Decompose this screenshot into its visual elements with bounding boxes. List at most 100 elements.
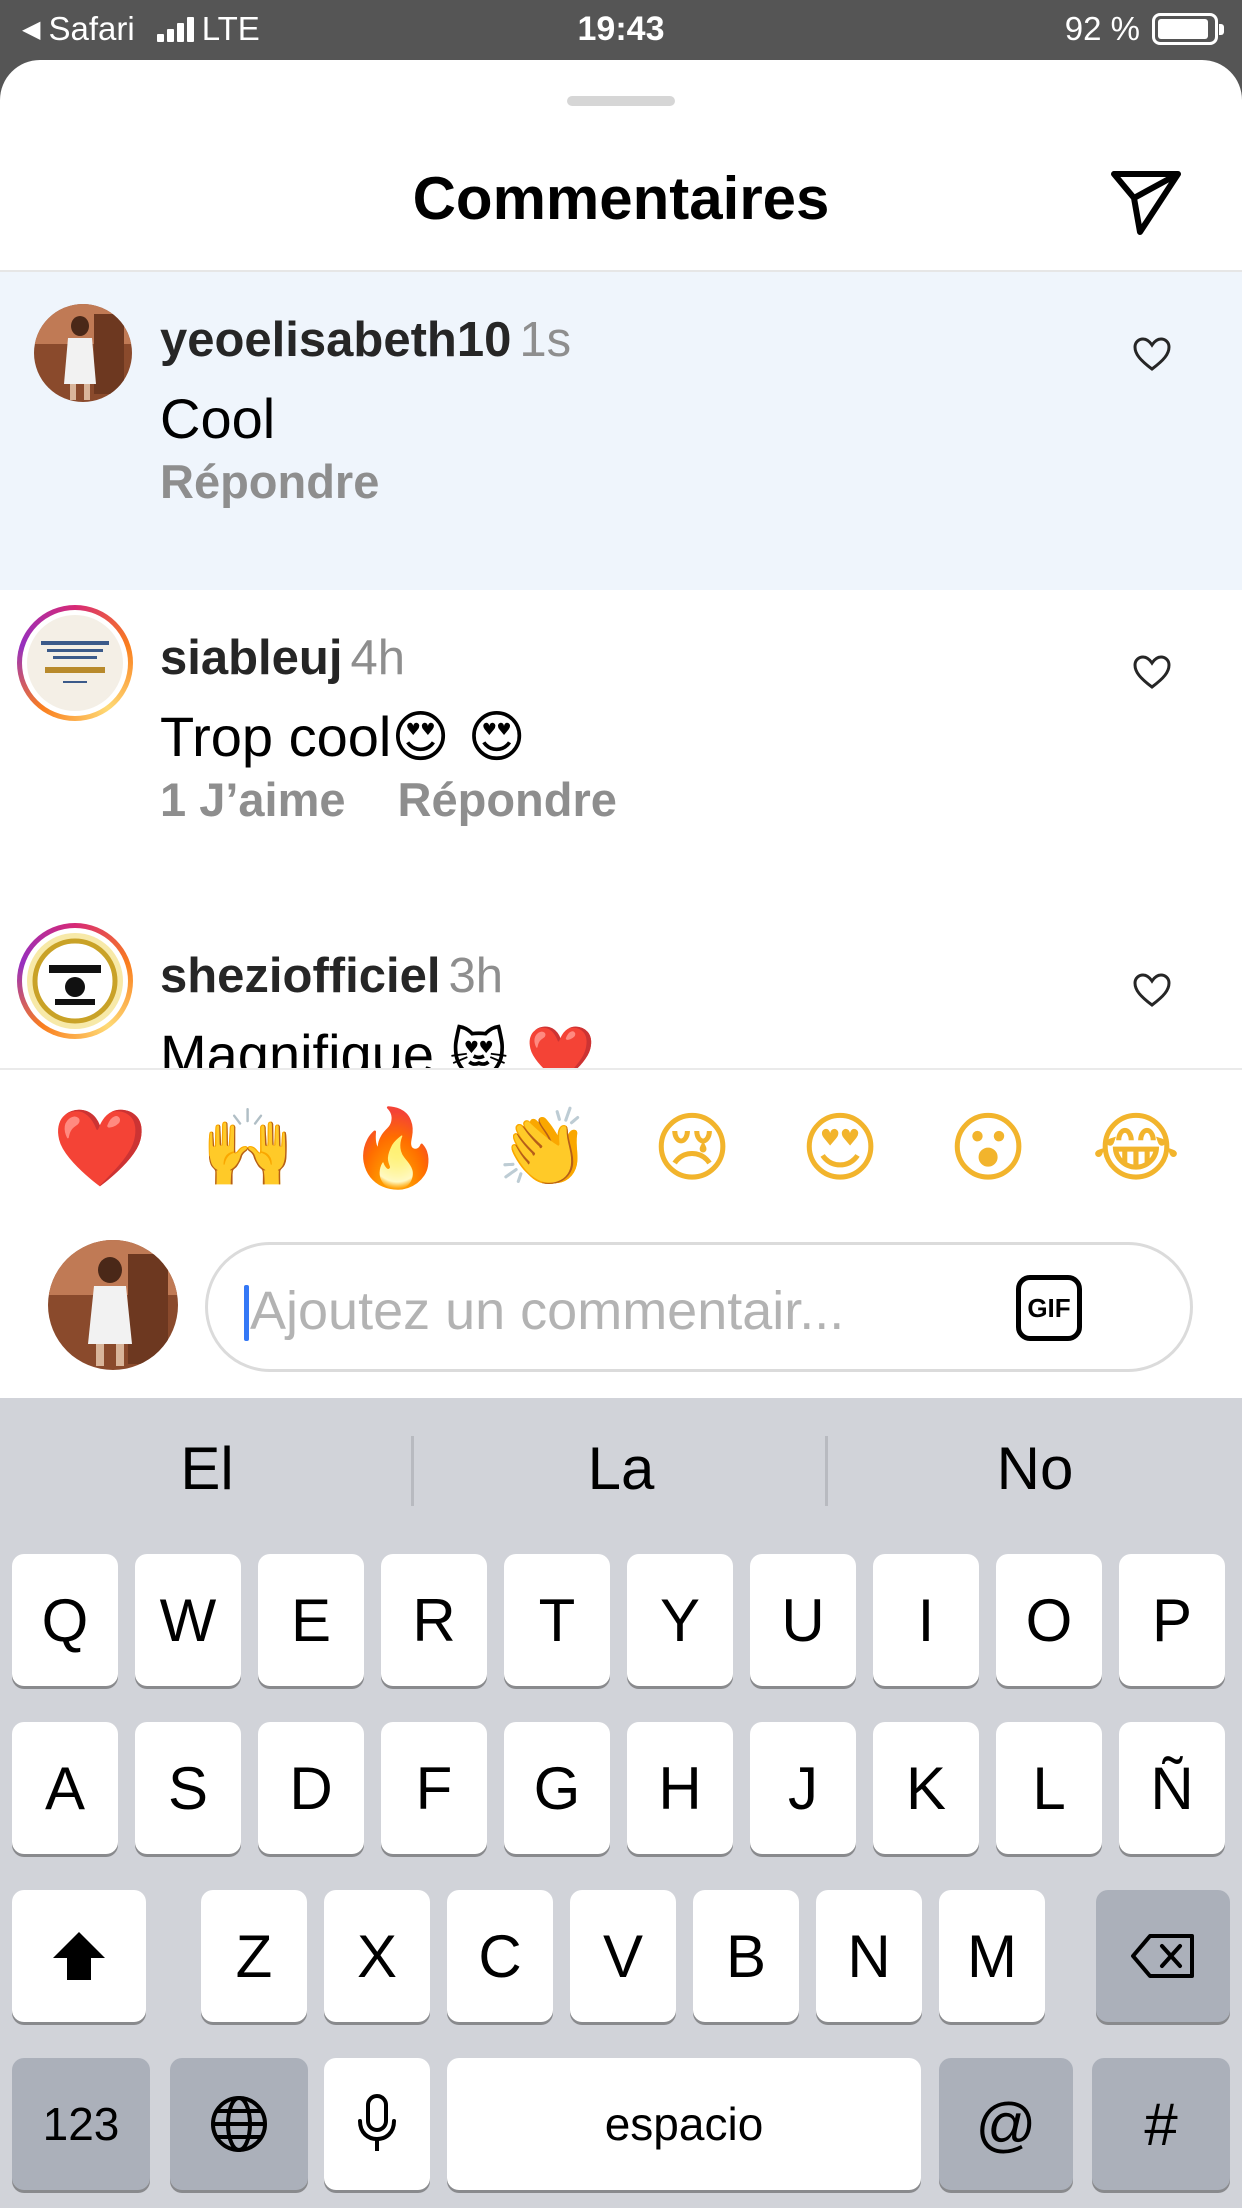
- comment-item[interactable]: siableuj 4h Trop cool😍 😍 1 J’aime Répondr…: [0, 590, 1242, 908]
- suggestion-3[interactable]: No: [828, 1398, 1242, 1538]
- comment-username[interactable]: sheziofficiel: [160, 949, 440, 1003]
- battery-percent: 92 %: [1064, 10, 1140, 47]
- comment-emojis: 😻 ❤️: [449, 1023, 596, 1068]
- key[interactable]: A: [12, 1722, 118, 1854]
- key[interactable]: C: [447, 1890, 553, 2022]
- reaction-surprised-button[interactable]: 😮: [940, 1100, 1036, 1196]
- key[interactable]: R: [381, 1554, 487, 1686]
- story-ring[interactable]: [17, 923, 133, 1039]
- comment-emojis: 😍 😍: [391, 705, 526, 770]
- paper-plane-icon[interactable]: [1108, 168, 1184, 236]
- backspace-icon: [1131, 1934, 1194, 1978]
- reaction-laughing-button[interactable]: 😂: [1088, 1100, 1184, 1196]
- key[interactable]: W: [135, 1554, 241, 1686]
- shift-icon: [53, 1932, 105, 1980]
- avatar: [27, 615, 123, 711]
- comment-time: 1s: [519, 313, 572, 367]
- like-heart-icon[interactable]: [1132, 336, 1172, 372]
- key[interactable]: P: [1119, 1554, 1225, 1686]
- sheet-grabber[interactable]: [567, 96, 675, 106]
- key[interactable]: Y: [627, 1554, 733, 1686]
- like-heart-icon[interactable]: [1132, 654, 1172, 690]
- hash-key[interactable]: #: [1092, 2058, 1230, 2190]
- key[interactable]: L: [996, 1722, 1102, 1854]
- avatar[interactable]: [34, 304, 132, 402]
- key[interactable]: Ñ: [1119, 1722, 1225, 1854]
- key[interactable]: U: [750, 1554, 856, 1686]
- comment-time: 4h: [350, 631, 405, 685]
- key[interactable]: M: [939, 1890, 1045, 2022]
- comment-text: Magnifique 😻 ❤️: [160, 1022, 595, 1068]
- suggestion-2[interactable]: La: [414, 1398, 828, 1538]
- key[interactable]: Q: [12, 1554, 118, 1686]
- comment-header: siableuj 4h: [160, 630, 405, 686]
- key[interactable]: I: [873, 1554, 979, 1686]
- comment-header: sheziofficiel 3h: [160, 948, 503, 1004]
- text-caret: [244, 1285, 249, 1341]
- comment-input-placeholder: Ajoutez un commentair...: [250, 1281, 845, 1341]
- key[interactable]: Z: [201, 1890, 307, 2022]
- quick-reactions-bar: ❤️ 🙌 🔥 👏 😢 😍 😮 😂: [0, 1100, 1242, 1200]
- reaction-heart-button[interactable]: ❤️: [52, 1100, 148, 1196]
- avatar: [27, 933, 123, 1029]
- key[interactable]: O: [996, 1554, 1102, 1686]
- reaction-fire-button[interactable]: 🔥: [348, 1100, 444, 1196]
- globe-icon: [211, 2096, 267, 2152]
- comment-username[interactable]: siableuj: [160, 631, 342, 685]
- key[interactable]: K: [873, 1722, 979, 1854]
- comment-actions: Répondre: [160, 454, 379, 509]
- status-time: 19:43: [577, 10, 665, 48]
- comment-body: Magnifique: [160, 1023, 450, 1068]
- status-bar: ◀ Safari LTE 19:43 92 %: [0, 0, 1242, 62]
- key[interactable]: H: [627, 1722, 733, 1854]
- composer-divider: [0, 1068, 1242, 1070]
- gif-button[interactable]: GIF: [1016, 1275, 1082, 1341]
- like-heart-icon[interactable]: [1132, 972, 1172, 1008]
- reply-button[interactable]: Répondre: [160, 454, 379, 509]
- globe-key[interactable]: [170, 2058, 308, 2190]
- key[interactable]: B: [693, 1890, 799, 2022]
- status-right: 92 %: [1064, 10, 1224, 48]
- key[interactable]: D: [258, 1722, 364, 1854]
- comment-body: Trop cool: [160, 705, 392, 768]
- reaction-crying-button[interactable]: 😢: [644, 1100, 740, 1196]
- comment-time: 3h: [448, 949, 503, 1003]
- key[interactable]: N: [816, 1890, 922, 2022]
- comment-text: Cool: [160, 386, 275, 451]
- reaction-clap-button[interactable]: 👏: [496, 1100, 592, 1196]
- suggestion-1[interactable]: El: [0, 1398, 414, 1538]
- delete-key[interactable]: [1096, 1890, 1230, 2022]
- microphone-icon: [358, 2094, 396, 2151]
- comment-header: yeoelisabeth10 1s: [160, 312, 571, 368]
- battery-icon: [1152, 13, 1224, 45]
- comment-item[interactable]: yeoelisabeth10 1s Cool Répondre: [0, 272, 1242, 590]
- comments-list[interactable]: yeoelisabeth10 1s Cool Répondre siableuj…: [0, 272, 1242, 1068]
- reaction-heart-eyes-button[interactable]: 😍: [792, 1100, 888, 1196]
- key[interactable]: F: [381, 1722, 487, 1854]
- microphone-key[interactable]: [324, 2058, 430, 2190]
- key[interactable]: E: [258, 1554, 364, 1686]
- key[interactable]: X: [324, 1890, 430, 2022]
- numbers-key[interactable]: 123: [12, 2058, 150, 2190]
- space-key[interactable]: espacio: [447, 2058, 921, 2190]
- keyboard: El La No Q W E R T Y U I O P A S D F G H…: [0, 1398, 1242, 2208]
- key[interactable]: S: [135, 1722, 241, 1854]
- comment-input[interactable]: Ajoutez un commentair... GIF: [205, 1242, 1193, 1372]
- at-key[interactable]: @: [939, 2058, 1073, 2190]
- key[interactable]: J: [750, 1722, 856, 1854]
- page-title: Commentaires: [412, 165, 830, 232]
- comment-text: Trop cool😍 😍: [160, 704, 526, 770]
- key[interactable]: T: [504, 1554, 610, 1686]
- key[interactable]: G: [504, 1722, 610, 1854]
- comment-item[interactable]: sheziofficiel 3h Magnifique 😻 ❤️: [0, 908, 1242, 1068]
- key[interactable]: V: [570, 1890, 676, 2022]
- comment-username[interactable]: yeoelisabeth10: [160, 313, 511, 367]
- avatar: [48, 1240, 178, 1370]
- comment-actions: 1 J’aime Répondre: [160, 772, 617, 827]
- shift-key[interactable]: [12, 1890, 146, 2022]
- story-ring[interactable]: [17, 605, 133, 721]
- reply-button[interactable]: Répondre: [398, 772, 617, 827]
- reaction-raised-hands-button[interactable]: 🙌: [200, 1100, 296, 1196]
- comment-body: Cool: [160, 387, 276, 450]
- likes-count-button[interactable]: 1 J’aime: [160, 772, 346, 827]
